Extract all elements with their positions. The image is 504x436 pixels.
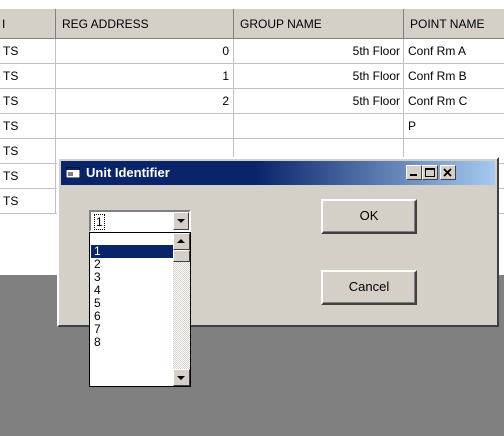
combo-dropdown-button[interactable] [173, 212, 189, 230]
cell-id[interactable]: TS [0, 39, 56, 64]
maximize-button[interactable] [422, 165, 438, 180]
list-item[interactable]: 1 [91, 245, 173, 258]
table-row[interactable]: TS 2 5th Floor Conf Rm C [0, 89, 504, 114]
cell-reg-address[interactable]: 0 [56, 39, 234, 64]
cell-point-name[interactable]: Conf Rm B [404, 64, 504, 89]
list-item[interactable]: 5 [91, 297, 173, 309]
chevron-down-icon [177, 376, 185, 380]
list-item[interactable]: 7 [91, 323, 173, 335]
dialog-title: Unit Identifier [86, 165, 170, 180]
minimize-icon [410, 174, 417, 176]
cell-reg-address[interactable]: 2 [56, 89, 234, 114]
maximize-icon [425, 168, 435, 177]
cell-group-name[interactable]: 5th Floor [234, 39, 404, 64]
list-item[interactable]: 3 [91, 271, 173, 283]
dialog-title-bar[interactable]: Unit Identifier [61, 161, 495, 185]
close-icon [443, 168, 452, 177]
cell-id[interactable]: TS [0, 139, 56, 164]
column-header-group-name[interactable]: GROUP NAME [234, 9, 404, 39]
minimize-button[interactable] [406, 165, 422, 180]
close-button[interactable] [440, 165, 456, 180]
scroll-thumb[interactable] [173, 250, 190, 262]
window-icon [66, 167, 80, 178]
cell-id[interactable]: TS [0, 189, 56, 214]
list-item[interactable]: 2 [91, 258, 173, 270]
cell-id[interactable]: TS [0, 89, 56, 114]
combo-selected-value[interactable]: 1 [94, 214, 105, 230]
table-row[interactable]: TS 0 5th Floor Conf Rm A [0, 39, 504, 64]
list-item[interactable]: 4 [91, 284, 173, 296]
cell-point-name[interactable]: Conf Rm C [404, 89, 504, 114]
column-header-point-name[interactable]: POINT NAME [404, 9, 504, 39]
ok-button[interactable]: OK [321, 199, 417, 234]
cell-id[interactable]: TS [0, 164, 56, 189]
list-item[interactable]: 6 [91, 310, 173, 322]
table-row[interactable]: TS P [0, 114, 504, 139]
scroll-down-button[interactable] [173, 369, 190, 386]
cell-point-name[interactable]: Conf Rm A [404, 39, 504, 64]
scroll-up-button[interactable] [173, 233, 190, 250]
column-header-id[interactable]: I [0, 9, 56, 39]
list-scrollbar[interactable] [173, 233, 190, 386]
cell-id[interactable]: TS [0, 114, 56, 139]
cancel-button[interactable]: Cancel [321, 270, 417, 305]
cell-group-name[interactable] [234, 114, 404, 139]
column-header-reg-address[interactable]: REG ADDRESS [56, 9, 234, 39]
chevron-down-icon [177, 219, 185, 223]
cell-group-name[interactable]: 5th Floor [234, 89, 404, 114]
cell-id[interactable]: TS [0, 64, 56, 89]
chevron-up-icon [177, 239, 185, 243]
unit-identifier-dialog: Unit Identifier 1 1 2 3 4 5 6 7 8 OK Can… [57, 157, 499, 387]
cell-group-name[interactable]: 5th Floor [234, 64, 404, 89]
list-item[interactable]: 8 [91, 336, 173, 348]
unit-identifier-combo[interactable]: 1 [89, 210, 191, 232]
cell-point-name[interactable]: P [404, 114, 504, 139]
grid-top-margin [0, 0, 504, 9]
cell-reg-address[interactable] [56, 114, 234, 139]
unit-identifier-list[interactable]: 1 2 3 4 5 6 7 8 [89, 232, 191, 387]
cell-reg-address[interactable]: 1 [56, 64, 234, 89]
table-row[interactable]: TS 1 5th Floor Conf Rm B [0, 64, 504, 89]
